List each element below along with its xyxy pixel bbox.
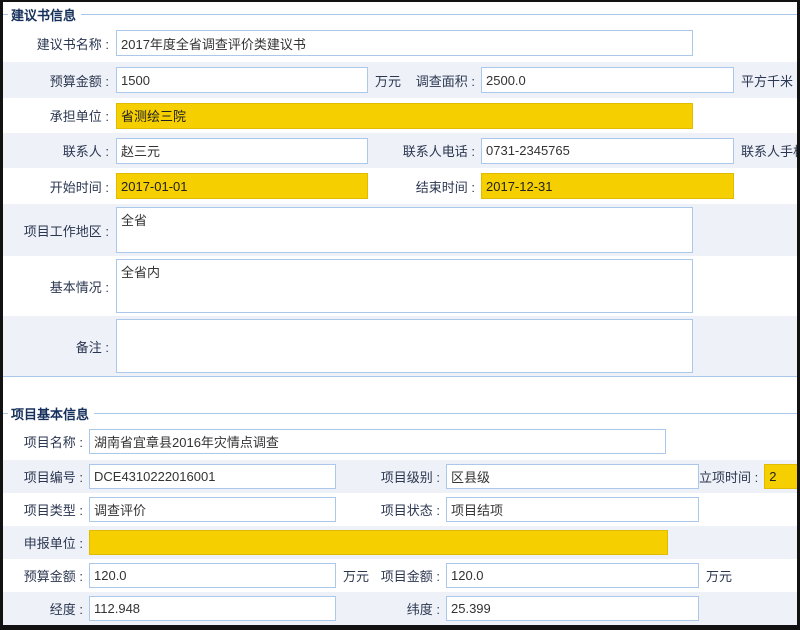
contact-mobile-label: 联系人手机 <box>734 141 800 160</box>
work-region-row: 项目工作地区 : 全省 <box>3 204 797 256</box>
declare-unit-label: 申报单位 : <box>3 533 89 552</box>
setup-time-label: 立项时间 : <box>699 467 764 486</box>
contact-phone-input[interactable] <box>481 138 734 164</box>
project-budget-label: 预算金额 : <box>3 566 89 585</box>
dates-row: 开始时间 : 结束时间 : <box>3 168 797 204</box>
project-type-input[interactable] <box>89 497 336 522</box>
start-time-label: 开始时间 : <box>3 177 116 196</box>
project-level-input[interactable] <box>446 464 699 489</box>
project-type-label: 项目类型 : <box>3 500 89 519</box>
remark-textarea[interactable] <box>116 319 693 373</box>
contact-row: 联系人 : 联系人电话 : 联系人手机 <box>3 133 797 168</box>
project-amount-input[interactable] <box>446 563 699 588</box>
remark-label: 备注 : <box>3 337 116 356</box>
legend-line <box>81 14 797 15</box>
remark-row: 备注 : <box>3 316 797 376</box>
start-time-input[interactable] <box>116 173 368 199</box>
legend-line <box>94 413 797 414</box>
declare-unit-input[interactable] <box>89 530 668 555</box>
project-budget-row: 预算金额 : 万元 项目金额 : 万元 <box>3 559 797 592</box>
project-code-label: 项目编号 : <box>3 467 89 486</box>
longitude-input[interactable] <box>89 596 336 621</box>
latitude-label: 纬度 : <box>407 599 446 618</box>
latitude-mid: 纬度 : <box>336 599 446 618</box>
project-name-row: 项目名称 : <box>3 423 797 460</box>
basic-situation-row: 基本情况 : 全省内 <box>3 256 797 316</box>
project-amount-unit-label: 万元 <box>699 566 732 585</box>
contact-label: 联系人 : <box>3 141 116 160</box>
end-time-input[interactable] <box>481 173 734 199</box>
dates-mid: 结束时间 : <box>368 177 481 196</box>
contact-input[interactable] <box>116 138 368 164</box>
proposal-name-label: 建议书名称 : <box>3 34 116 53</box>
proposal-name-input[interactable] <box>116 30 693 56</box>
work-region-textarea[interactable]: 全省 <box>116 207 693 253</box>
coordinates-row: 经度 : 纬度 : <box>3 592 797 625</box>
project-budget-unit-label: 万元 <box>336 566 369 585</box>
budget-label: 预算金额 : <box>3 71 116 90</box>
budget-area-row: 预算金额 : 万元 调查面积 : 平方千米 <box>3 62 797 98</box>
declare-unit-row: 申报单位 : <box>3 526 797 559</box>
form-window: 建议书信息 建议书名称 : 预算金额 : 万元 调查面积 : 平方千米 承担单位… <box>0 0 800 630</box>
project-info-section: 项目基本信息 项目名称 : 项目编号 : 项目级别 : 立项时间 : 项目类型 … <box>3 401 797 625</box>
survey-area-input[interactable] <box>481 67 734 93</box>
project-code-row: 项目编号 : 项目级别 : 立项时间 : <box>3 460 797 493</box>
project-status-input[interactable] <box>446 497 699 522</box>
contact-phone-mid: 联系人电话 : <box>368 141 481 160</box>
section-divider-gap <box>3 377 797 401</box>
project-status-mid: 项目状态 : <box>336 500 446 519</box>
project-budget-input[interactable] <box>89 563 336 588</box>
project-code-input[interactable] <box>89 464 336 489</box>
project-section-title: 项目基本信息 <box>8 404 94 423</box>
end-time-label: 结束时间 : <box>416 177 481 196</box>
undertaker-label: 承担单位 : <box>3 106 116 125</box>
undertaker-input[interactable] <box>116 103 693 129</box>
contact-phone-label: 联系人电话 : <box>403 141 481 160</box>
project-name-input[interactable] <box>89 429 666 454</box>
budget-unit-label: 万元 <box>368 71 401 90</box>
budget-area-mid: 万元 调查面积 : <box>368 71 481 90</box>
project-name-label: 项目名称 : <box>3 432 89 451</box>
project-amount-mid: 万元 项目金额 : <box>336 566 446 585</box>
undertaker-row: 承担单位 : <box>3 98 797 133</box>
basic-situation-textarea[interactable]: 全省内 <box>116 259 693 313</box>
setup-time-input[interactable] <box>764 464 800 489</box>
project-section-header: 项目基本信息 <box>3 401 797 423</box>
proposal-section-title: 建议书信息 <box>8 5 81 24</box>
proposal-name-row: 建议书名称 : <box>3 24 797 62</box>
proposal-info-section: 建议书信息 建议书名称 : 预算金额 : 万元 调查面积 : 平方千米 承担单位… <box>3 2 797 377</box>
project-level-mid: 项目级别 : <box>336 467 446 486</box>
latitude-input[interactable] <box>446 596 699 621</box>
proposal-section-header: 建议书信息 <box>3 2 797 24</box>
basic-situation-label: 基本情况 : <box>3 277 116 296</box>
work-region-label: 项目工作地区 : <box>3 221 116 240</box>
project-type-row: 项目类型 : 项目状态 : <box>3 493 797 526</box>
project-level-label: 项目级别 : <box>381 467 446 486</box>
budget-input[interactable] <box>116 67 368 93</box>
survey-area-label: 调查面积 : <box>416 71 481 90</box>
survey-area-unit-label: 平方千米 <box>734 71 793 90</box>
project-amount-label: 项目金额 : <box>381 566 446 585</box>
longitude-label: 经度 : <box>3 599 89 618</box>
project-status-label: 项目状态 : <box>381 500 446 519</box>
